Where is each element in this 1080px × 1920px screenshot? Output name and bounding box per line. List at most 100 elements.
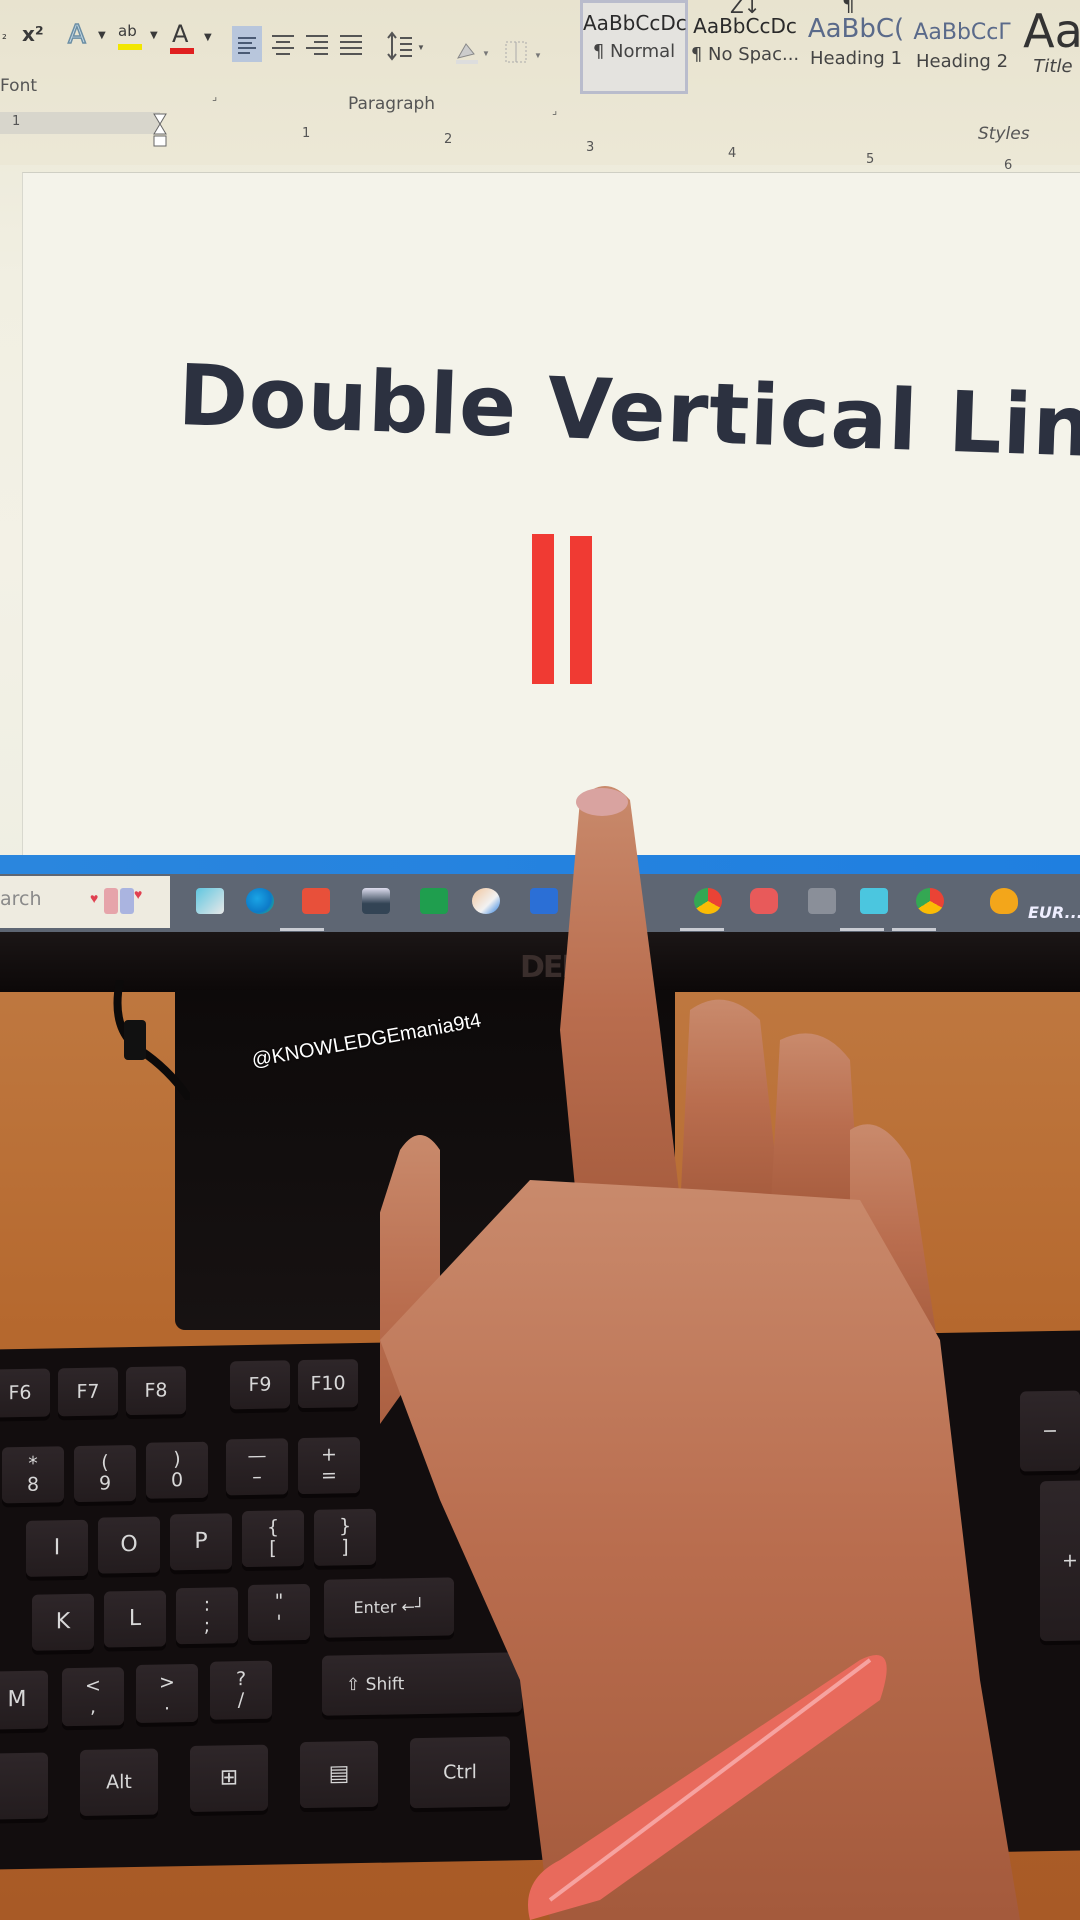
- ruler-margin: [0, 112, 160, 134]
- anydesk-icon[interactable]: [302, 888, 330, 914]
- key-left-bracket[interactable]: {[: [242, 1510, 304, 1568]
- style-name: ¶ No Spac...: [690, 44, 800, 65]
- justify-icon[interactable]: [338, 30, 364, 60]
- double-vertical-line-symbol: [530, 534, 600, 684]
- ruler-number: 2: [444, 132, 453, 147]
- ruler-number: 1: [12, 114, 21, 129]
- ruler-number: 1: [302, 126, 311, 141]
- style-heading-2[interactable]: AaBbCcΓ Heading 2: [912, 0, 1012, 88]
- key-minus[interactable]: — –: [226, 1438, 288, 1496]
- key-legend: 0: [170, 1469, 184, 1492]
- align-left-icon: [238, 37, 256, 54]
- line-spacing-icon[interactable]: ▼: [386, 30, 426, 64]
- key-f9[interactable]: F9: [230, 1360, 290, 1410]
- font-color-dropdown-icon[interactable]: ▼: [204, 32, 212, 43]
- key-legend: ?: [235, 1668, 247, 1691]
- svg-text:▼: ▼: [534, 51, 542, 60]
- edge-icon[interactable]: [246, 888, 274, 914]
- key-f10[interactable]: F10: [298, 1359, 358, 1409]
- vertical-bar-left: [532, 534, 554, 684]
- key-legend: {: [266, 1516, 280, 1539]
- paragraph-group-label: Paragraph: [348, 94, 436, 114]
- svg-text:▼: ▼: [482, 49, 490, 58]
- key-slash[interactable]: ? /: [210, 1660, 272, 1720]
- style-name: Heading 2: [915, 51, 1009, 72]
- key-legend: ]: [341, 1536, 349, 1559]
- key-legend: —: [247, 1444, 267, 1468]
- key-legend: (: [101, 1451, 109, 1474]
- key-k[interactable]: K: [32, 1593, 94, 1651]
- key-right-bracket[interactable]: }]: [314, 1508, 376, 1566]
- fingernail: [576, 788, 628, 816]
- highlight-dropdown-icon[interactable]: ▼: [150, 30, 158, 41]
- key-f6[interactable]: F6: [0, 1368, 50, 1418]
- ring-finger: [770, 1033, 860, 1220]
- key-legend: >: [159, 1671, 175, 1694]
- key-legend: <: [85, 1674, 101, 1697]
- key-legend: ): [173, 1448, 181, 1471]
- text-effects-button[interactable]: A: [67, 19, 86, 51]
- key-p[interactable]: P: [170, 1513, 232, 1571]
- key-9[interactable]: (9: [74, 1444, 136, 1503]
- subscript-button[interactable]: ₂: [2, 28, 7, 42]
- key-legend: ': [276, 1611, 282, 1634]
- key-i[interactable]: I: [26, 1519, 88, 1577]
- style-preview: AaBbCcDc: [583, 11, 687, 35]
- superscript-button[interactable]: x²: [22, 22, 44, 46]
- style-title[interactable]: Aa Title: [1018, 0, 1080, 88]
- highlight-color-swatch: [118, 44, 142, 50]
- key-semicolon[interactable]: :;: [176, 1587, 238, 1645]
- cable: [113, 980, 190, 1100]
- ruler-number: 3: [586, 140, 595, 155]
- shading-icon[interactable]: ▼: [452, 36, 492, 68]
- style-heading-1[interactable]: AaBbC( Heading 1: [806, 0, 906, 88]
- key-0[interactable]: ) 0: [146, 1441, 208, 1499]
- key-legend: :: [203, 1593, 211, 1616]
- style-normal[interactable]: AaBbCcDc ¶ Normal: [580, 0, 688, 94]
- align-center-icon[interactable]: [270, 30, 296, 60]
- key-f7[interactable]: F7: [58, 1367, 118, 1417]
- key-legend: *: [28, 1452, 38, 1475]
- desktop-icon[interactable]: [196, 888, 224, 914]
- search-highlight-icon: ♥ ♥: [90, 886, 142, 916]
- key-quote[interactable]: " ': [248, 1583, 310, 1642]
- key-legend: =: [321, 1464, 337, 1487]
- document-page[interactable]: [22, 172, 1080, 873]
- vertical-bar-right: [570, 536, 592, 684]
- key-legend: ,: [89, 1695, 97, 1718]
- font-group-label: Font: [0, 76, 38, 96]
- key-legend: }: [338, 1515, 352, 1538]
- font-color-button[interactable]: A: [172, 20, 188, 48]
- font-color-swatch: [170, 48, 194, 54]
- key-legend: –: [252, 1465, 262, 1488]
- key-legend: /: [237, 1689, 245, 1712]
- key-windows[interactable]: ⊞: [190, 1744, 268, 1813]
- style-no-spacing[interactable]: AaBbCcDc ¶ No Spac...: [690, 0, 800, 88]
- highlight-button[interactable]: ab: [118, 22, 137, 40]
- key-8[interactable]: * 8: [2, 1446, 64, 1504]
- key-legend: +: [321, 1443, 337, 1466]
- text-effects-dropdown-icon[interactable]: ▼: [98, 30, 106, 41]
- key-space-edge[interactable]: [0, 1752, 48, 1820]
- taskbar-search-placeholder: arch: [0, 888, 42, 910]
- font-dialog-launcher-icon[interactable]: ⌟: [212, 90, 217, 103]
- key-o[interactable]: O: [98, 1516, 160, 1574]
- borders-icon[interactable]: ▼: [502, 38, 546, 68]
- key-alt[interactable]: Alt: [80, 1748, 158, 1816]
- align-right-icon[interactable]: [304, 30, 330, 60]
- key-menu[interactable]: ▤: [300, 1740, 378, 1809]
- style-name: Title: [1033, 56, 1073, 77]
- key-legend: 8: [26, 1473, 40, 1496]
- key-legend: 9: [98, 1472, 112, 1495]
- key-period[interactable]: >.: [136, 1663, 198, 1723]
- key-l[interactable]: L: [104, 1590, 166, 1648]
- key-legend: .: [163, 1692, 171, 1715]
- ruler-number: 5: [866, 152, 875, 167]
- style-name: Heading 1: [809, 48, 903, 69]
- indent-marker-icon[interactable]: [152, 112, 168, 148]
- key-equals[interactable]: + =: [298, 1437, 360, 1495]
- align-left-button[interactable]: [232, 26, 262, 62]
- key-comma[interactable]: <,: [62, 1667, 124, 1727]
- key-f8[interactable]: F8: [126, 1366, 186, 1416]
- key-m[interactable]: M: [0, 1670, 48, 1730]
